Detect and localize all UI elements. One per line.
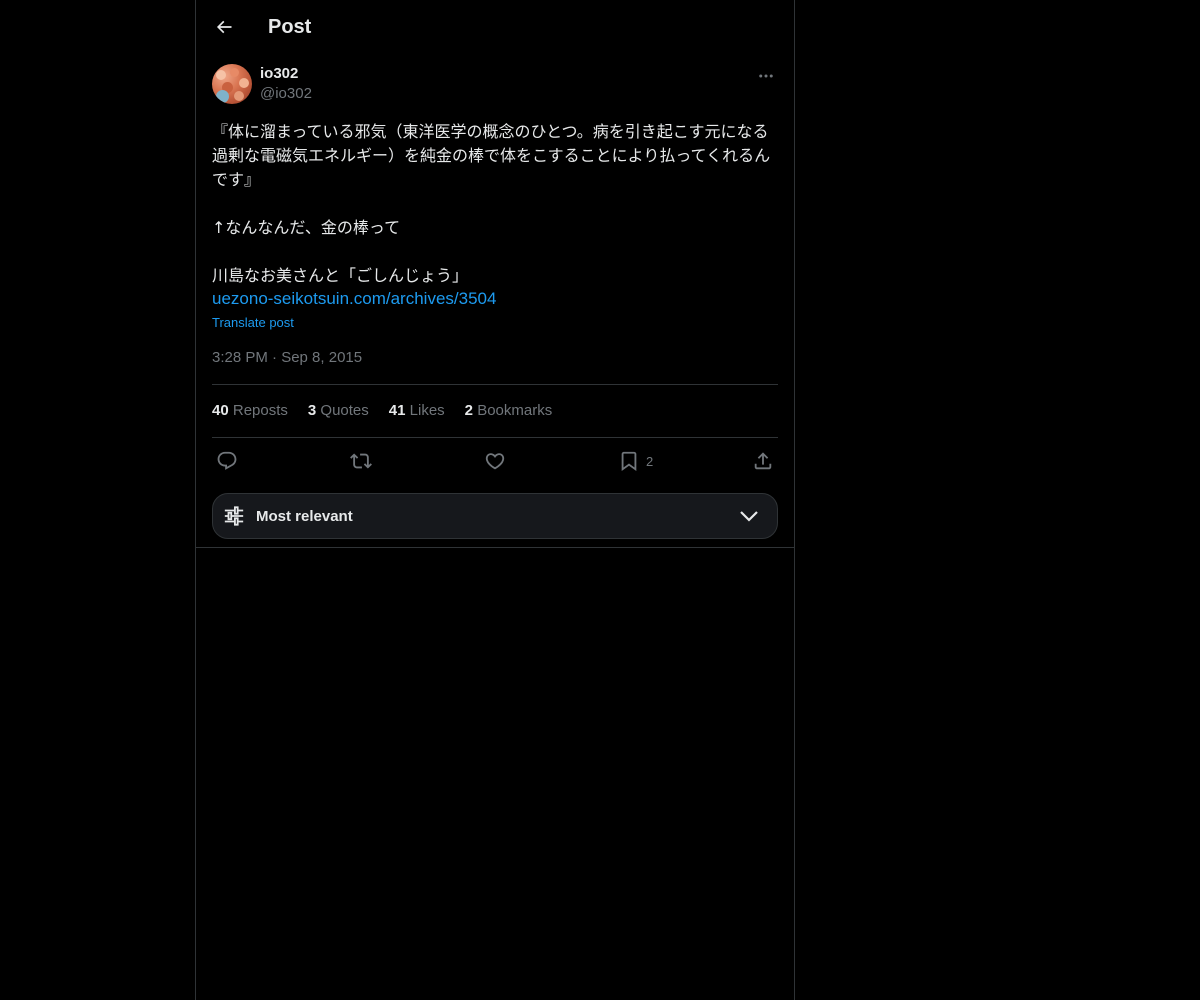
divider bbox=[212, 384, 778, 385]
sort-label: Most relevant bbox=[256, 508, 353, 525]
repost-icon bbox=[350, 453, 372, 469]
post-timestamp[interactable]: 3:28 PM · Sep 8, 2015 bbox=[212, 348, 362, 368]
sliders-icon bbox=[224, 506, 244, 526]
post-stats: 40 Reposts 3 Quotes 41 Likes 2 Bookmarks bbox=[212, 401, 552, 421]
reply-icon bbox=[217, 451, 237, 470]
avatar[interactable] bbox=[212, 64, 252, 104]
author-name[interactable]: io302 bbox=[260, 64, 312, 84]
divider bbox=[212, 437, 778, 438]
back-button[interactable] bbox=[208, 11, 240, 43]
repost-button[interactable] bbox=[350, 448, 372, 474]
heart-icon bbox=[485, 453, 505, 470]
page-header: Post bbox=[196, 0, 794, 53]
post-text: 『体に溜まっている邪気（東洋医学の概念のひとつ。病を引き起こす元になる過剰な電磁… bbox=[212, 122, 771, 285]
post-detail-column: Post io302 @io302 『体に溜まっている邪気（東洋医学の概念のひと… bbox=[195, 0, 795, 1000]
post-author[interactable]: io302 @io302 bbox=[260, 64, 312, 104]
bookmark-icon bbox=[621, 451, 637, 472]
bookmark-button[interactable]: 2 bbox=[618, 448, 653, 474]
bookmarks-stat[interactable]: 2 Bookmarks bbox=[465, 401, 553, 421]
arrow-left-icon bbox=[216, 20, 232, 34]
share-icon bbox=[754, 452, 772, 470]
like-button[interactable] bbox=[484, 448, 506, 474]
translate-post-link[interactable]: Translate post bbox=[212, 314, 294, 332]
post-actions: 2 bbox=[212, 448, 778, 474]
likes-stat[interactable]: 41 Likes bbox=[389, 401, 445, 421]
share-button[interactable] bbox=[752, 448, 774, 474]
more-options-button[interactable] bbox=[754, 66, 778, 86]
more-horizontal-icon bbox=[759, 74, 773, 78]
post-link[interactable]: uezono-seikotsuin.com/archives/3504 bbox=[212, 288, 496, 310]
reposts-stat[interactable]: 40 Reposts bbox=[212, 401, 288, 421]
bookmark-count: 2 bbox=[646, 453, 654, 469]
chevron-down-icon bbox=[740, 511, 758, 522]
divider bbox=[196, 547, 794, 548]
reply-button[interactable] bbox=[216, 448, 238, 474]
quotes-stat[interactable]: 3 Quotes bbox=[308, 401, 369, 421]
author-handle[interactable]: @io302 bbox=[260, 84, 312, 104]
page-title: Post bbox=[268, 16, 312, 38]
reply-sort-dropdown[interactable]: Most relevant bbox=[212, 493, 778, 539]
